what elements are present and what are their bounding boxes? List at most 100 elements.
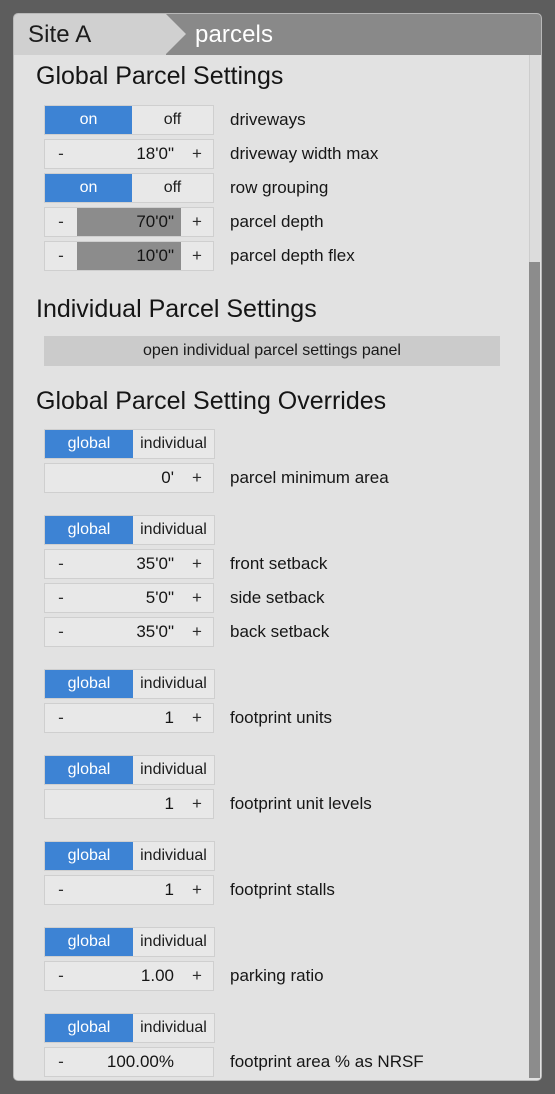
breadcrumb-chevron-icon [166,14,186,54]
stepper-decrement-button[interactable]: - [45,618,77,646]
stepper-decrement-button[interactable]: - [45,584,77,612]
parcels-settings-panel: Site A parcels Global Parcel Settings on o… [14,14,541,1080]
toggle-option-individual[interactable]: individual [133,516,214,544]
stepper-decrement-button[interactable]: - [45,704,77,732]
stepper-increment-button[interactable]: + [181,618,213,646]
toggle-option-on[interactable]: on [45,106,132,134]
app-frame: Site A parcels Global Parcel Settings on o… [0,0,555,1094]
stepper-value[interactable]: 35'0" [77,618,181,646]
stepper-value[interactable]: 100.00% [77,1048,181,1076]
stepper-increment-button[interactable]: + [181,242,213,270]
settings-content: Global Parcel Settings on off driveways -18'… [14,55,541,1080]
open-individual-parcel-settings-panel-button[interactable]: open individual parcel settings panel [44,336,500,366]
stepper-value[interactable]: 1 [77,704,181,732]
stepper-value[interactable]: 5'0" [77,584,181,612]
control-label: parking ratio [230,966,324,985]
segmented-toggle-scope-footprint-stalls[interactable]: global individual [44,841,215,871]
stepper-parcel-depth[interactable]: -70'0" + [44,207,214,237]
vertical-scrollbar-thumb[interactable] [529,262,540,1078]
stepper-increment-button[interactable]: + [181,962,213,990]
toggle-option-on[interactable]: on [45,174,132,202]
toggle-option-individual[interactable]: individual [133,670,214,698]
segmented-toggle-driveways[interactable]: on off [44,105,214,135]
toggle-row: global individual [44,1013,215,1043]
control-label: parcel depth [230,212,324,231]
stepper-front-setback[interactable]: -35'0" + [44,549,214,579]
stepper-decrement-button[interactable]: - [45,140,77,168]
stepper-decrement-button[interactable]: - [45,242,77,270]
toggle-option-individual[interactable]: individual [133,756,214,784]
stepper-value[interactable]: 18'0" [77,140,181,168]
stepper-decrement-button[interactable]: - [45,208,77,236]
control-label: row grouping [230,178,329,197]
stepper-decrement-button [45,790,77,818]
toggle-option-global[interactable]: global [45,1014,133,1042]
toggle-option-global[interactable]: global [45,842,133,870]
toggle-option-off[interactable]: off [132,106,213,134]
stepper-increment-button[interactable]: + [181,140,213,168]
stepper-footprint-units[interactable]: -1 + [44,703,214,733]
toggle-option-global[interactable]: global [45,516,133,544]
segmented-toggle-scope-parcel-minimum-area[interactable]: global individual [44,429,215,459]
toggle-option-global[interactable]: global [45,756,133,784]
stepper-value[interactable]: 0' [77,464,181,492]
control-label: footprint stalls [230,880,335,899]
toggle-option-off[interactable]: off [132,174,213,202]
toggle-option-individual[interactable]: individual [133,430,214,458]
stepper-decrement-button[interactable]: - [45,962,77,990]
stepper-decrement-button[interactable]: - [45,1048,77,1076]
segmented-toggle-scope-parking-ratio[interactable]: global individual [44,927,215,957]
vertical-scrollbar-upper-track[interactable] [529,55,540,262]
stepper-value[interactable]: 1 [77,876,181,904]
stepper-row: -1 + footprint stalls [44,875,484,905]
breadcrumb-current-label[interactable]: parcels [195,21,273,49]
toggle-option-individual[interactable]: individual [133,928,214,956]
segmented-toggle-scope-footprint-area-as-NRSF[interactable]: global individual [44,1013,215,1043]
stepper-increment-button[interactable]: + [181,550,213,578]
stepper-increment-button[interactable]: + [181,464,213,492]
stepper-value[interactable]: 10'0" [77,242,181,270]
segmented-toggle-row-grouping[interactable]: on off [44,173,214,203]
segmented-toggle-scope-footprint-units[interactable]: global individual [44,669,215,699]
stepper-value[interactable]: 70'0" [77,208,181,236]
stepper-parcel-minimum-area[interactable]: 0' + [44,463,214,493]
control-label: footprint unit levels [230,794,372,813]
toggle-option-individual[interactable]: individual [133,842,214,870]
toggle-option-global[interactable]: global [45,928,133,956]
stepper-increment-button[interactable]: + [181,208,213,236]
stepper-value[interactable]: 1.00 [77,962,181,990]
stepper-row: -35'0" + back setback [44,617,484,647]
vertical-scrollbar-track[interactable] [527,55,541,1080]
stepper-parking-ratio[interactable]: -1.00 + [44,961,214,991]
stepper-driveway-width-max[interactable]: -18'0" + [44,139,214,169]
toggle-option-global[interactable]: global [45,670,133,698]
stepper-side-setback[interactable]: -5'0" + [44,583,214,613]
stepper-footprint-area-as-nrsf[interactable]: -100.00% [44,1047,214,1077]
stepper-row: 0' + parcel minimum area [44,463,484,493]
toggle-option-global[interactable]: global [45,430,133,458]
segmented-toggle-scope-front-setback[interactable]: global individual [44,515,215,545]
stepper-decrement-button[interactable]: - [45,876,77,904]
stepper-footprint-stalls[interactable]: -1 + [44,875,214,905]
stepper-value[interactable]: 35'0" [77,550,181,578]
stepper-row: -35'0" + front setback [44,549,484,579]
stepper-row: -70'0" + parcel depth [44,207,484,237]
stepper-decrement-button[interactable]: - [45,550,77,578]
stepper-increment-button[interactable]: + [181,790,213,818]
stepper-increment-button[interactable]: + [181,584,213,612]
stepper-parcel-depth-flex[interactable]: -10'0" + [44,241,214,271]
toggle-row: global individual [44,927,215,957]
stepper-decrement-button [45,464,77,492]
stepper-row: -18'0" + driveway width max [44,139,484,169]
breadcrumb-site-label[interactable]: Site A [28,21,91,49]
control-label: side setback [230,588,325,607]
stepper-increment-button[interactable]: + [181,704,213,732]
toggle-option-individual[interactable]: individual [133,1014,214,1042]
stepper-back-setback[interactable]: -35'0" + [44,617,214,647]
stepper-value[interactable]: 1 [77,790,181,818]
segmented-toggle-scope-footprint-unit-levels[interactable]: global individual [44,755,215,785]
stepper-increment-button[interactable]: + [181,876,213,904]
control-label: parcel minimum area [230,468,389,487]
stepper-footprint-unit-levels[interactable]: 1 + [44,789,214,819]
stepper-row: -10'0" + parcel depth flex [44,241,484,271]
